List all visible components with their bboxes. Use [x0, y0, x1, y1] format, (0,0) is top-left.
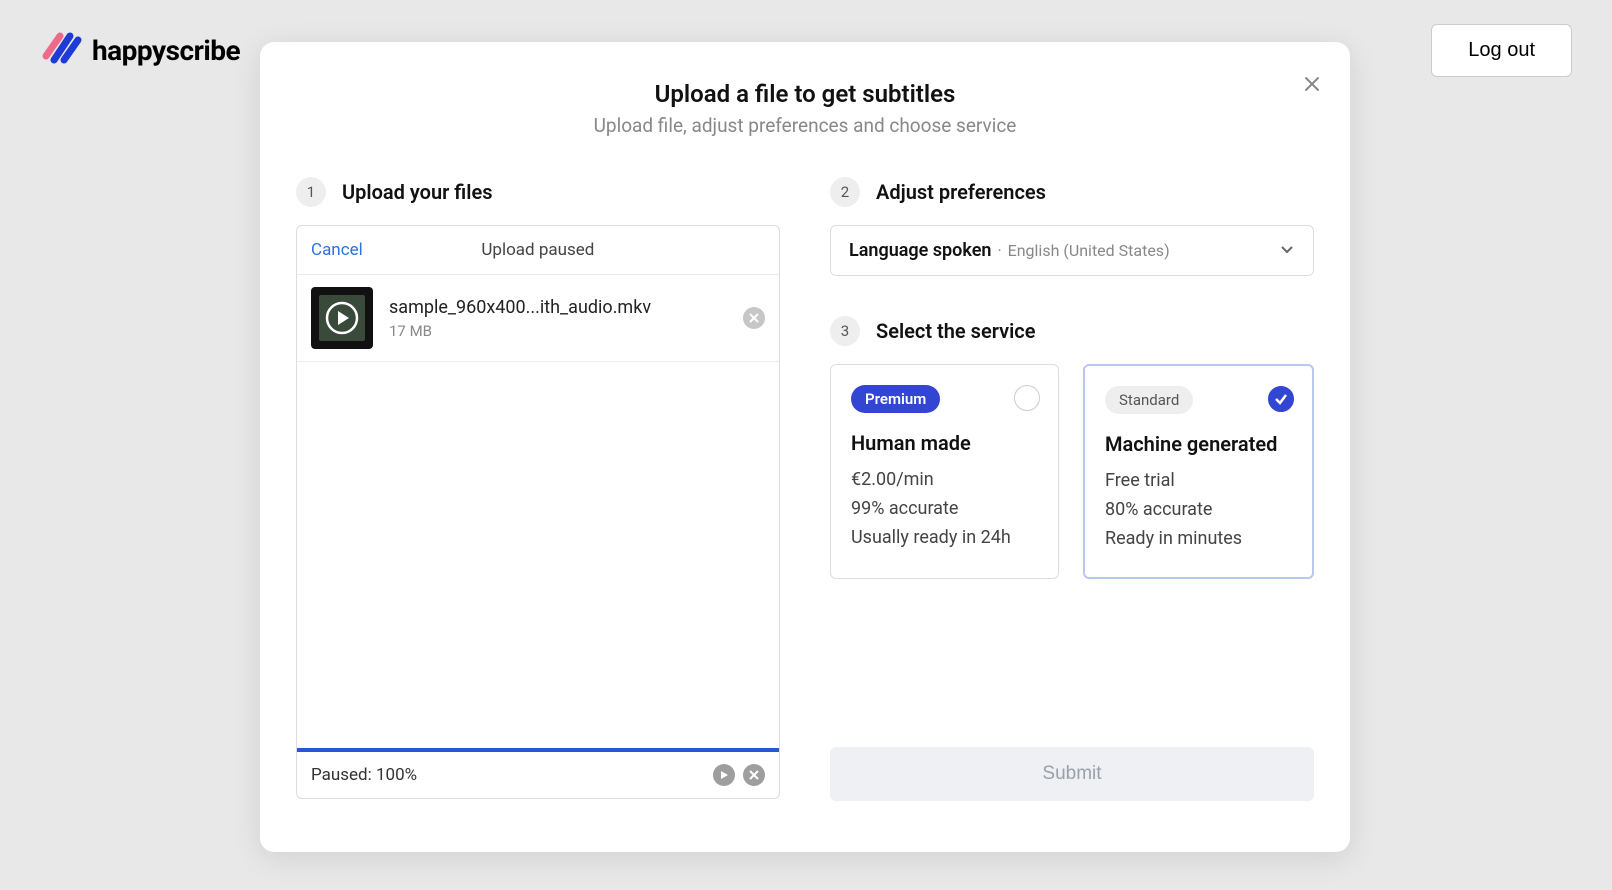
service-card-premium[interactable]: Premium Human made €2.00/min 99% accurat… [830, 364, 1059, 579]
file-size: 17 MB [389, 322, 727, 340]
language-separator: · [997, 241, 1001, 260]
file-list: sample_960x400...ith_audio.mkv 17 MB [297, 275, 779, 748]
upload-header: Cancel Upload paused [297, 226, 779, 275]
step2-badge: 2 [830, 177, 860, 207]
standard-title: Machine generated [1105, 432, 1292, 456]
upload-status: Upload paused [363, 240, 765, 260]
premium-turnaround: Usually ready in 24h [851, 527, 1038, 548]
premium-price: €2.00/min [851, 469, 1038, 490]
premium-title: Human made [851, 431, 1038, 455]
step1-title: Upload your files [342, 180, 493, 204]
standard-turnaround: Ready in minutes [1105, 528, 1292, 549]
close-icon[interactable] [1302, 74, 1322, 98]
upload-modal: Upload a file to get subtitles Upload fi… [260, 42, 1350, 852]
language-select[interactable]: Language spoken · English (United States) [830, 225, 1314, 276]
file-row: sample_960x400...ith_audio.mkv 17 MB [297, 275, 779, 362]
file-meta: sample_960x400...ith_audio.mkv 17 MB [389, 297, 727, 340]
file-name: sample_960x400...ith_audio.mkv [389, 297, 727, 318]
step2-title: Adjust preferences [876, 180, 1046, 204]
step3-title: Select the service [876, 319, 1035, 343]
submit-button[interactable]: Submit [830, 747, 1314, 801]
language-label: Language spoken [849, 240, 991, 261]
logo-mark-icon [40, 26, 84, 74]
service-cards: Premium Human made €2.00/min 99% accurat… [830, 364, 1314, 579]
cancel-upload-link[interactable]: Cancel [311, 240, 363, 260]
language-value: English (United States) [1008, 241, 1170, 260]
upload-paused-text: Paused: 100% [311, 765, 417, 785]
file-thumbnail [311, 287, 373, 349]
modal-title: Upload a file to get subtitles [296, 80, 1314, 108]
standard-badge: Standard [1105, 386, 1193, 414]
upload-column: 1 Upload your files Cancel Upload paused [296, 177, 780, 801]
premium-accuracy: 99% accurate [851, 498, 1038, 519]
preferences-column: 2 Adjust preferences Language spoken · Eng… [830, 177, 1314, 801]
standard-price: Free trial [1105, 470, 1292, 491]
upload-footer: Paused: 100% [297, 752, 779, 798]
upload-panel: Cancel Upload paused sample_960x400...it… [296, 225, 780, 799]
premium-radio[interactable] [1014, 385, 1040, 411]
service-card-standard[interactable]: Standard Machine generated Free trial 80… [1083, 364, 1314, 579]
chevron-down-icon [1279, 241, 1295, 261]
step3-header: 3 Select the service [830, 316, 1314, 346]
premium-badge: Premium [851, 385, 940, 413]
remove-file-icon[interactable] [743, 307, 765, 329]
resume-upload-icon[interactable] [713, 764, 735, 786]
logout-button[interactable]: Log out [1431, 24, 1572, 77]
brand-name: happyscribe [92, 34, 240, 67]
modal-subtitle: Upload file, adjust preferences and choo… [296, 114, 1314, 137]
step1-badge: 1 [296, 177, 326, 207]
standard-radio[interactable] [1268, 386, 1294, 412]
step3-badge: 3 [830, 316, 860, 346]
step1-header: 1 Upload your files [296, 177, 780, 207]
step2-header: 2 Adjust preferences [830, 177, 1314, 207]
standard-accuracy: 80% accurate [1105, 499, 1292, 520]
brand-logo[interactable]: happyscribe [40, 26, 240, 74]
cancel-all-icon[interactable] [743, 764, 765, 786]
